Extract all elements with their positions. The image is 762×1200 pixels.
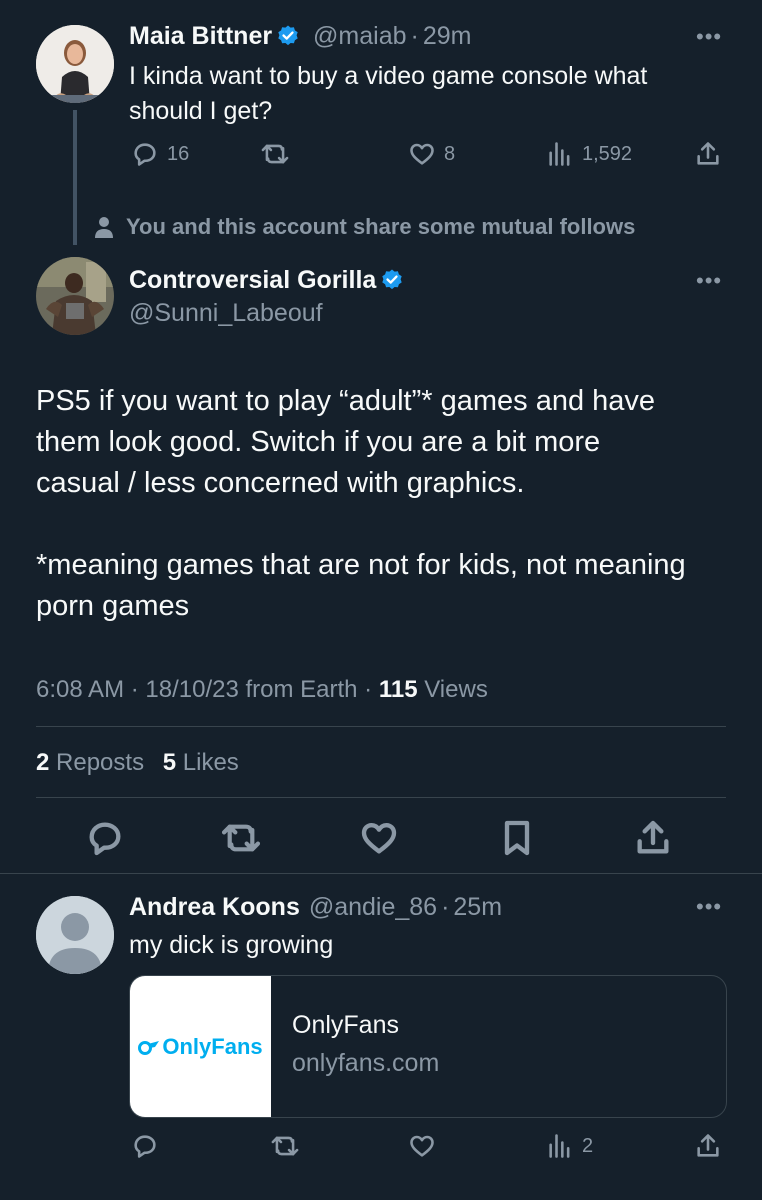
reply-button[interactable]: 16: [131, 140, 189, 168]
share-icon: [637, 820, 669, 854]
like-count: 8: [444, 142, 456, 165]
like-button[interactable]: [359, 818, 399, 863]
reply-text: my dick is growing: [129, 931, 334, 959]
main-tweet-handle[interactable]: @Sunni_Labeouf: [129, 299, 323, 328]
reply-icon: [89, 822, 121, 856]
repost-button[interactable]: [270, 1132, 300, 1160]
share-icon: [697, 142, 719, 165]
onlyfans-logo-text: OnlyFans: [162, 1033, 263, 1059]
person-icon: [95, 217, 113, 238]
mutual-follows-text: You and this account share some mutual f…: [126, 214, 636, 239]
reply-icon: [134, 143, 156, 166]
share-button[interactable]: [694, 140, 722, 168]
tweet1-author-name[interactable]: Maia Bittner: [129, 22, 272, 50]
tweet1-handle[interactable]: @maiab: [313, 22, 406, 50]
views-button[interactable]: 1,592: [546, 140, 632, 168]
repost-button[interactable]: [260, 140, 290, 168]
avatar-gorilla[interactable]: [36, 257, 114, 335]
likes-count: 5: [162, 749, 177, 776]
separator-dot: ·: [410, 22, 419, 50]
reply-button[interactable]: [85, 818, 125, 863]
default-avatar-icon: [36, 896, 114, 974]
like-button[interactable]: [408, 1132, 436, 1160]
share-button[interactable]: [694, 1132, 722, 1160]
reply-header: Andrea Koons @andie_86 · 25m: [129, 893, 502, 922]
avatar-image: [36, 257, 114, 335]
onlyfans-logo: OnlyFans: [138, 1033, 263, 1060]
main-tweet-text-line: porn games: [36, 590, 190, 622]
tweet1-time[interactable]: 29m: [423, 22, 472, 50]
more-icon[interactable]: •••: [696, 268, 722, 294]
onlyfans-logo-icon: [138, 1040, 160, 1055]
main-tweet-text-line: casual / less concerned with graphics.: [36, 467, 525, 499]
engagement-stats: 2 Reposts 5 Likes: [36, 749, 239, 777]
reposts-count: 2: [36, 749, 50, 776]
repost-button[interactable]: [220, 818, 262, 863]
like-icon: [410, 143, 434, 165]
likes-label: Likes: [176, 749, 239, 776]
share-button[interactable]: [633, 818, 673, 863]
link-card-title: OnlyFans: [292, 1011, 399, 1039]
main-tweet-views-label: Views: [417, 676, 488, 703]
views-icon: [549, 142, 570, 166]
tweet1-header: Maia Bittner @maiab · 29m: [129, 22, 472, 51]
tweet1-text-line: I kinda want to buy a video game console…: [129, 62, 648, 90]
reply-author-name[interactable]: Andrea Koons: [129, 893, 300, 921]
like-icon: [361, 823, 397, 854]
reposts-stat[interactable]: 2 Reposts: [36, 749, 144, 776]
reply-icon: [134, 1135, 156, 1158]
views-count: 1,592: [582, 142, 633, 165]
views-icon: [549, 1134, 570, 1158]
verified-badge-icon: [380, 268, 404, 292]
verified-badge-icon: [276, 24, 300, 48]
views-count: 2: [582, 1134, 594, 1157]
divider: [36, 726, 726, 727]
divider: [36, 797, 726, 798]
main-tweet-text: PS5 if you want to play “adult”* games a…: [36, 381, 686, 627]
views-button[interactable]: 2: [546, 1132, 593, 1160]
more-icon[interactable]: •••: [696, 894, 722, 920]
repost-icon: [261, 144, 289, 164]
reply-button[interactable]: [131, 1132, 159, 1160]
main-tweet-text-line: *meaning games that are not for kids, no…: [36, 549, 686, 581]
link-card[interactable]: OnlyFans OnlyFans onlyfans.com: [129, 975, 727, 1118]
avatar-maia[interactable]: [36, 25, 114, 103]
avatar-image: [36, 25, 114, 103]
tweet1-text: I kinda want to buy a video game console…: [129, 59, 647, 129]
link-card-image: OnlyFans: [130, 976, 271, 1117]
link-card-domain: onlyfans.com: [292, 1049, 440, 1077]
tweet1-text-line: should I get?: [129, 97, 273, 125]
main-tweet-author: Controversial Gorilla: [129, 266, 404, 295]
repost-icon: [271, 1136, 299, 1156]
divider: [0, 873, 762, 874]
repost-icon: [221, 824, 261, 852]
main-tweet-meta: 6:08 AM · 18/10/23 from Earth · 115 View…: [36, 676, 488, 704]
reply-count: 16: [167, 142, 190, 165]
bookmark-button[interactable]: [497, 818, 537, 863]
likes-stat[interactable]: 5 Likes: [163, 749, 239, 776]
mutual-follows-row: You and this account share some mutual f…: [94, 214, 635, 240]
share-icon: [697, 1134, 719, 1157]
reply-handle[interactable]: @andie_86: [309, 893, 437, 921]
bookmark-icon: [504, 820, 530, 856]
like-button[interactable]: 8: [408, 140, 455, 168]
avatar-default[interactable]: [36, 896, 114, 974]
main-tweet-views-count: 115: [378, 676, 418, 703]
main-tweet-timestamp[interactable]: 6:08 AM · 18/10/23 from Earth ·: [36, 676, 379, 703]
reply-time[interactable]: 25m: [453, 893, 502, 921]
like-icon: [410, 1135, 434, 1157]
separator-dot: ·: [441, 893, 450, 921]
reposts-label: Reposts: [49, 749, 145, 776]
main-tweet-text-line: PS5 if you want to play “adult”* games a…: [36, 385, 656, 417]
more-icon[interactable]: •••: [696, 24, 722, 50]
main-tweet-text-line: them look good. Switch if you are a bit …: [36, 426, 601, 458]
main-tweet-author-name[interactable]: Controversial Gorilla: [129, 266, 376, 294]
thread-line: [73, 110, 77, 245]
